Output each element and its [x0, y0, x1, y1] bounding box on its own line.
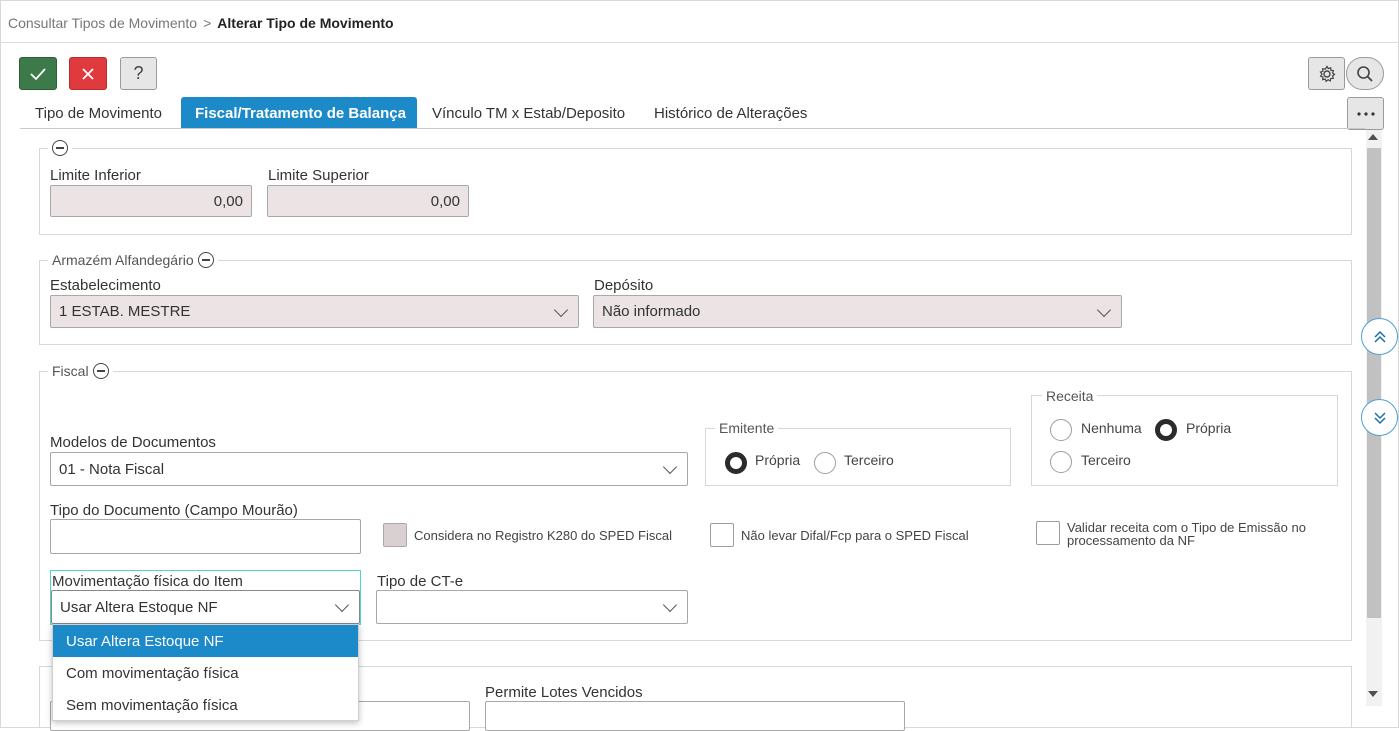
receita-terceiro-label: Terceiro	[1081, 452, 1131, 468]
tab-tipo-movimento[interactable]: Tipo de Movimento	[21, 97, 176, 129]
movimentacao-select[interactable]: Usar Altera Estoque NF	[51, 590, 360, 624]
chevrons-down-icon	[1373, 411, 1386, 424]
chevron-down-icon	[1096, 302, 1112, 317]
receita-terceiro-radio[interactable]	[1050, 451, 1072, 473]
permite-lotes-select[interactable]	[485, 701, 905, 731]
movimentacao-dropdown-list: Usar Altera Estoque NF Com movimentação …	[52, 624, 359, 721]
estabelecimento-select[interactable]: 1 ESTAB. MESTRE	[50, 295, 579, 328]
tabs-divider	[20, 128, 1365, 129]
emitente-terceiro-label: Terceiro	[844, 452, 894, 468]
settings-button[interactable]	[1308, 57, 1345, 90]
dropdown-option[interactable]: Com movimentação física	[53, 657, 358, 689]
gear-icon	[1319, 64, 1335, 82]
collapse-icon[interactable]	[197, 252, 214, 268]
receita-propria-radio[interactable]	[1155, 419, 1177, 441]
confirm-button[interactable]	[19, 57, 57, 90]
breadcrumb-current: Alterar Tipo de Movimento	[217, 15, 394, 31]
cancel-button[interactable]	[69, 57, 107, 90]
tab-historico[interactable]: Histórico de Alterações	[640, 97, 821, 129]
collapse-icon[interactable]	[52, 140, 68, 156]
receita-legend: Receita	[1042, 388, 1098, 404]
more-options-button[interactable]	[1347, 97, 1384, 130]
chevrons-up-icon	[1373, 330, 1386, 343]
deposito-select[interactable]: Não informado	[593, 295, 1122, 328]
tipo-cte-label: Tipo de CT-e	[377, 573, 464, 590]
movimentacao-value: Usar Altera Estoque NF	[60, 598, 218, 616]
scroll-to-top-button[interactable]	[1361, 318, 1398, 355]
dropdown-option[interactable]: Usar Altera Estoque NF	[53, 625, 358, 657]
scrollbar-thumb[interactable]	[1367, 148, 1381, 618]
modelos-documentos-value: 01 - Nota Fiscal	[59, 460, 165, 478]
tipo-documento-label: Tipo do Documento (Campo Mourão)	[50, 502, 298, 519]
dropdown-option[interactable]: Sem movimentação física	[53, 689, 358, 721]
estabelecimento-value: 1 ESTAB. MESTRE	[59, 303, 191, 320]
search-button[interactable]	[1346, 57, 1384, 90]
receita-group	[1031, 395, 1338, 486]
nao-levar-difal-checkbox[interactable]	[710, 523, 734, 547]
emitente-propria-label: Própria	[755, 452, 801, 468]
armazem-legend-text: Armazém Alfandegário	[52, 252, 194, 268]
emitente-propria-radio[interactable]	[725, 452, 747, 474]
limite-superior-field[interactable]: 0,00	[267, 185, 469, 217]
header: Consultar Tipos de Movimento > Alterar Tip…	[0, 0, 1399, 43]
tab-vinculo-tm[interactable]: Vínculo TM x Estab/Deposito	[418, 97, 639, 129]
chevron-down-icon	[662, 459, 678, 475]
fiscal-legend-text: Fiscal	[52, 363, 89, 379]
search-icon	[1357, 65, 1373, 82]
chevron-down-icon	[334, 597, 350, 613]
modelos-documentos-select[interactable]: 01 - Nota Fiscal	[50, 452, 688, 486]
considera-k280-label: Considera no Registro K280 do SPED Fisca…	[414, 528, 672, 543]
validar-receita-checkbox[interactable]	[1036, 521, 1060, 545]
receita-propria-label: Própria	[1186, 420, 1232, 436]
scroll-to-bottom-button[interactable]	[1361, 399, 1398, 436]
scroll-down-arrow-icon[interactable]	[1368, 691, 1378, 697]
limites-legend	[48, 140, 72, 156]
close-icon	[82, 67, 94, 80]
limite-superior-label: Limite Superior	[268, 167, 369, 184]
fiscal-legend: Fiscal	[48, 363, 113, 379]
breadcrumb-parent-link[interactable]: Consultar Tipos de Movimento	[8, 15, 197, 31]
validar-receita-label: Validar receita com o Tipo de Emissão no…	[1067, 520, 1306, 548]
deposito-value: Não informado	[602, 303, 701, 320]
deposito-label: Depósito	[594, 277, 654, 294]
considera-k280-checkbox[interactable]	[383, 523, 407, 547]
check-icon	[30, 67, 46, 80]
permite-lotes-label: Permite Lotes Vencidos	[485, 684, 643, 701]
nao-levar-difal-label: Não levar Difal/Fcp para o SPED Fiscal	[741, 528, 969, 543]
collapse-icon[interactable]	[92, 363, 109, 379]
emitente-legend: Emitente	[715, 420, 779, 436]
estabelecimento-label: Estabelecimento	[50, 277, 161, 294]
emitente-terceiro-radio[interactable]	[814, 452, 836, 474]
tipo-cte-select[interactable]	[376, 590, 688, 624]
more-icon	[1356, 111, 1375, 116]
modelos-documentos-label: Modelos de Documentos	[50, 434, 216, 451]
receita-nenhuma-radio[interactable]	[1050, 419, 1072, 441]
limite-inferior-label: Limite Inferior	[50, 167, 141, 184]
receita-nenhuma-label: Nenhuma	[1081, 420, 1142, 436]
scroll-up-arrow-icon[interactable]	[1368, 134, 1378, 140]
chevron-down-icon	[662, 597, 678, 613]
movimentacao-label: Movimentação física do Item	[52, 573, 243, 590]
tab-fiscal-balanca[interactable]: Fiscal/Tratamento de Balança	[181, 97, 417, 129]
limite-inferior-field[interactable]: 0,00	[50, 185, 252, 217]
tipo-documento-input[interactable]	[50, 519, 361, 554]
chevron-down-icon	[553, 302, 569, 317]
breadcrumb-separator: >	[203, 15, 212, 31]
breadcrumb: Consultar Tipos de Movimento > Alterar Tip…	[8, 15, 394, 31]
help-button[interactable]: ?	[120, 57, 157, 90]
armazem-legend: Armazém Alfandegário	[48, 252, 218, 268]
